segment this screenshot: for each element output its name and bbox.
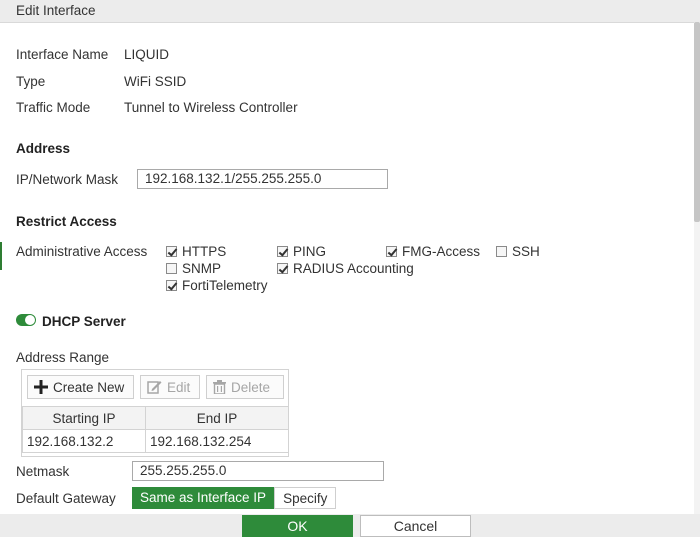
checkbox-radius-accounting-label: RADIUS Accounting	[293, 261, 414, 276]
delete-button[interactable]: Delete	[206, 375, 284, 399]
restrict-access-heading: Restrict Access	[16, 214, 117, 229]
create-new-button[interactable]: Create New	[27, 375, 134, 399]
ip-mask-label: IP/Network Mask	[16, 172, 119, 187]
checkbox-ping-label: PING	[293, 244, 327, 259]
traffic-mode-value: Tunnel to Wireless Controller	[124, 100, 298, 115]
gateway-option-specify[interactable]: Specify	[274, 487, 337, 509]
checkbox-ssh-box[interactable]	[496, 246, 507, 257]
checkbox-radius-accounting[interactable]: RADIUS Accounting	[277, 261, 414, 276]
checkbox-snmp-box[interactable]	[166, 263, 177, 274]
checkbox-ping-box[interactable]	[277, 246, 288, 257]
create-new-label: Create New	[53, 379, 125, 395]
trash-icon	[213, 380, 226, 394]
column-header-starting-ip[interactable]: Starting IP	[22, 406, 146, 430]
table-row[interactable]: 192.168.132.2 192.168.132.254	[22, 429, 289, 453]
ok-button[interactable]: OK	[242, 515, 353, 537]
delete-label: Delete	[231, 379, 271, 395]
admin-access-label: Administrative Access	[16, 244, 148, 259]
interface-name-label: Interface Name	[16, 47, 109, 62]
checkbox-ssh[interactable]: SSH	[496, 244, 540, 259]
interface-name-value: LIQUID	[124, 47, 170, 62]
table-header-row: Starting IP End IP	[22, 406, 289, 430]
gateway-option-same-as-interface[interactable]: Same as Interface IP	[132, 487, 275, 509]
cell-starting-ip: 192.168.132.2	[22, 429, 146, 453]
cell-end-ip: 192.168.132.254	[145, 429, 289, 453]
checkbox-snmp[interactable]: SNMP	[166, 261, 221, 276]
edit-icon	[147, 381, 162, 394]
checkbox-fmg-access-label: FMG-Access	[402, 244, 481, 259]
traffic-mode-label: Traffic Mode	[16, 100, 91, 115]
checkbox-https-box[interactable]	[166, 246, 177, 257]
column-header-end-ip[interactable]: End IP	[145, 406, 289, 430]
checkbox-fortitelemetry-box[interactable]	[166, 280, 177, 291]
checkbox-ping[interactable]: PING	[277, 244, 326, 259]
checkbox-snmp-label: SNMP	[182, 261, 222, 276]
checkbox-https-label: HTTPS	[182, 244, 227, 259]
checkbox-fortitelemetry[interactable]: FortiTelemetry	[166, 278, 268, 293]
edit-button[interactable]: Edit	[140, 375, 200, 399]
checkbox-radius-accounting-box[interactable]	[277, 263, 288, 274]
cancel-button[interactable]: Cancel	[360, 515, 471, 537]
default-gateway-selector: Same as Interface IP Specify	[132, 487, 337, 509]
dialog-titlebar: Edit Interface	[0, 0, 700, 23]
checkbox-ssh-label: SSH	[512, 244, 540, 259]
checkbox-fmg-access[interactable]: FMG-Access	[386, 244, 480, 259]
scrollbar[interactable]	[694, 22, 700, 515]
dialog-title: Edit Interface	[16, 3, 96, 18]
netmask-input[interactable]: 255.255.255.0	[132, 461, 384, 481]
scrollbar-thumb[interactable]	[694, 22, 700, 222]
dhcp-server-heading: DHCP Server	[42, 314, 126, 329]
left-edge-marker	[0, 242, 2, 270]
address-range-table: Starting IP End IP 192.168.132.2 192.168…	[22, 406, 289, 453]
edit-label: Edit	[167, 379, 191, 395]
toggle-knob	[25, 315, 35, 325]
checkbox-https[interactable]: HTTPS	[166, 244, 226, 259]
address-heading: Address	[16, 141, 71, 156]
default-gateway-label: Default Gateway	[16, 491, 116, 506]
type-value: WiFi SSID	[124, 74, 187, 89]
checkbox-fmg-access-box[interactable]	[386, 246, 397, 257]
netmask-label: Netmask	[16, 464, 70, 479]
dhcp-server-toggle[interactable]	[16, 314, 36, 326]
checkbox-fortitelemetry-label: FortiTelemetry	[182, 278, 268, 293]
type-label: Type	[16, 74, 46, 89]
plus-icon	[34, 380, 48, 394]
ip-mask-input[interactable]: 192.168.132.1/255.255.255.0	[137, 169, 388, 189]
address-range-label: Address Range	[16, 350, 110, 365]
